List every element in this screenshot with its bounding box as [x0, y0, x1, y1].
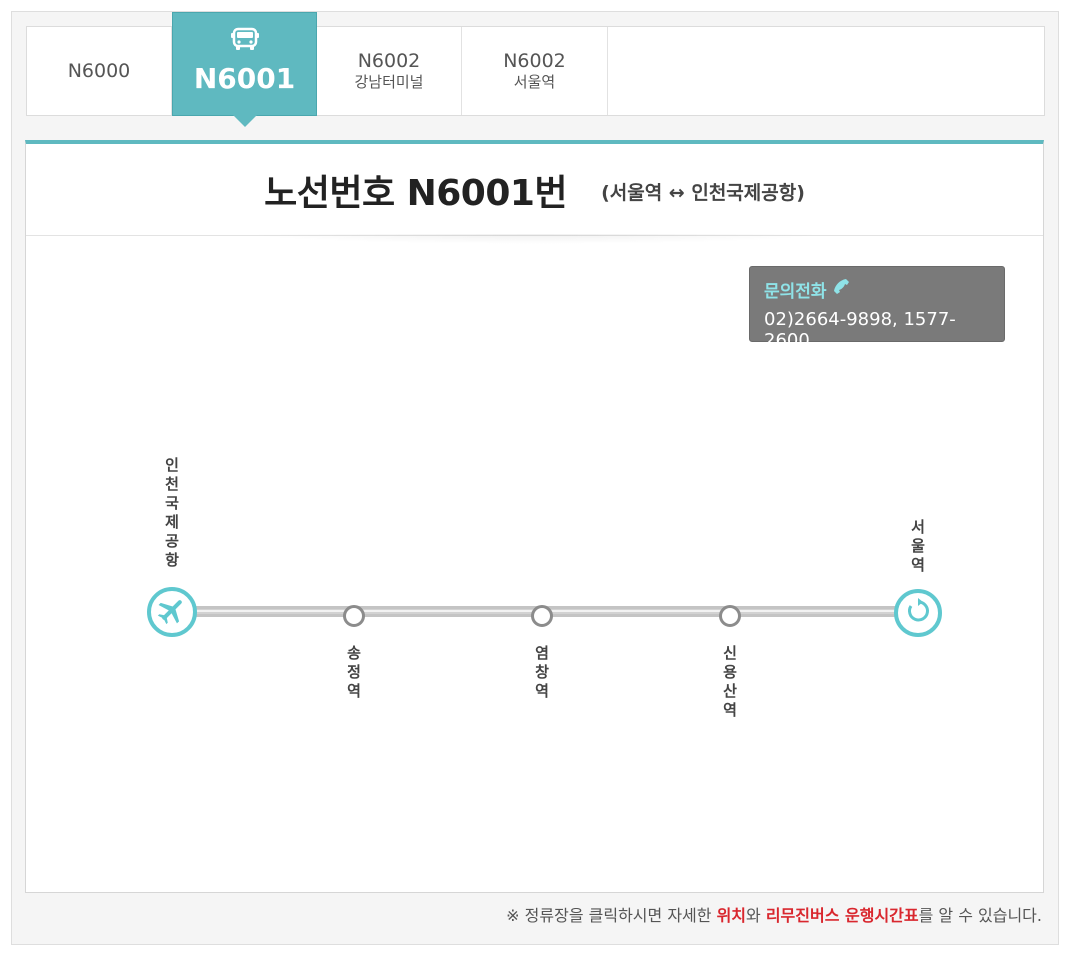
contact-label: 문의전화	[764, 277, 990, 302]
notice-mid: 와	[746, 906, 766, 925]
tab-sub: 서울역	[513, 73, 556, 91]
contact-box: 문의전화 02)2664-9898, 1577-2600	[749, 266, 1005, 351]
notice-highlight-timetable: 리무진버스 운행시간표	[765, 906, 919, 925]
stop-start[interactable]	[147, 587, 197, 637]
tab-n6000[interactable]: N6000	[27, 27, 172, 115]
contact-label-text: 문의전화	[764, 282, 827, 302]
route-panel: 노선번호 N6001번 (서울역 ↔ 인천국제공항) 인천국제공항 송정역 염창…	[25, 140, 1044, 893]
stop-marker[interactable]	[531, 605, 553, 627]
stop-label[interactable]: 염창역	[532, 644, 552, 701]
tab-code: N6002	[503, 50, 566, 72]
stop-end[interactable]	[894, 589, 942, 637]
notice-prefix: ※ 정류장을 클릭하시면 자세한	[506, 906, 717, 925]
route-tabs: N6000 N6002 강남터미널 N6002 서울역 N6001	[26, 12, 1045, 127]
tab-n6002-gangnam[interactable]: N6002 강남터미널	[317, 27, 462, 115]
stop-marker[interactable]	[343, 605, 365, 627]
bus-icon	[230, 27, 260, 55]
tab-n6001[interactable]: N6001	[172, 12, 317, 127]
stop-label[interactable]: 서울역	[908, 518, 928, 575]
stop-label[interactable]: 신용산역	[720, 644, 740, 720]
notice-suffix: 를 알 수 있습니다.	[918, 906, 1042, 925]
tab-sub: 강남터미널	[354, 73, 424, 91]
tab-n6002-seoul-station[interactable]: N6002 서울역	[462, 27, 608, 115]
tab-code: N6001	[193, 62, 296, 95]
tab-code: N6000	[67, 60, 131, 82]
airplane-icon	[156, 594, 188, 630]
stop-label[interactable]: 인천국제공항	[162, 456, 182, 570]
contact-phone: 02)2664-9898, 1577-2600	[764, 309, 956, 351]
route-map: 인천국제공항 송정역 염창역 신용산역 서울역	[26, 144, 1043, 893]
active-tab-pointer	[233, 115, 257, 127]
return-icon	[904, 597, 932, 629]
route-widget: N6000 N6002 강남터미널 N6002 서울역 N6001 노선번호 N…	[11, 11, 1059, 945]
notice-text: ※ 정류장을 클릭하시면 자세한 위치와 리무진버스 운행시간표를 알 수 있습…	[506, 902, 1042, 926]
stop-label[interactable]: 송정역	[344, 644, 364, 701]
phone-icon	[833, 278, 851, 301]
tab-code: N6002	[357, 50, 421, 72]
stop-marker[interactable]	[719, 605, 741, 627]
notice-highlight-location: 위치	[716, 906, 747, 925]
